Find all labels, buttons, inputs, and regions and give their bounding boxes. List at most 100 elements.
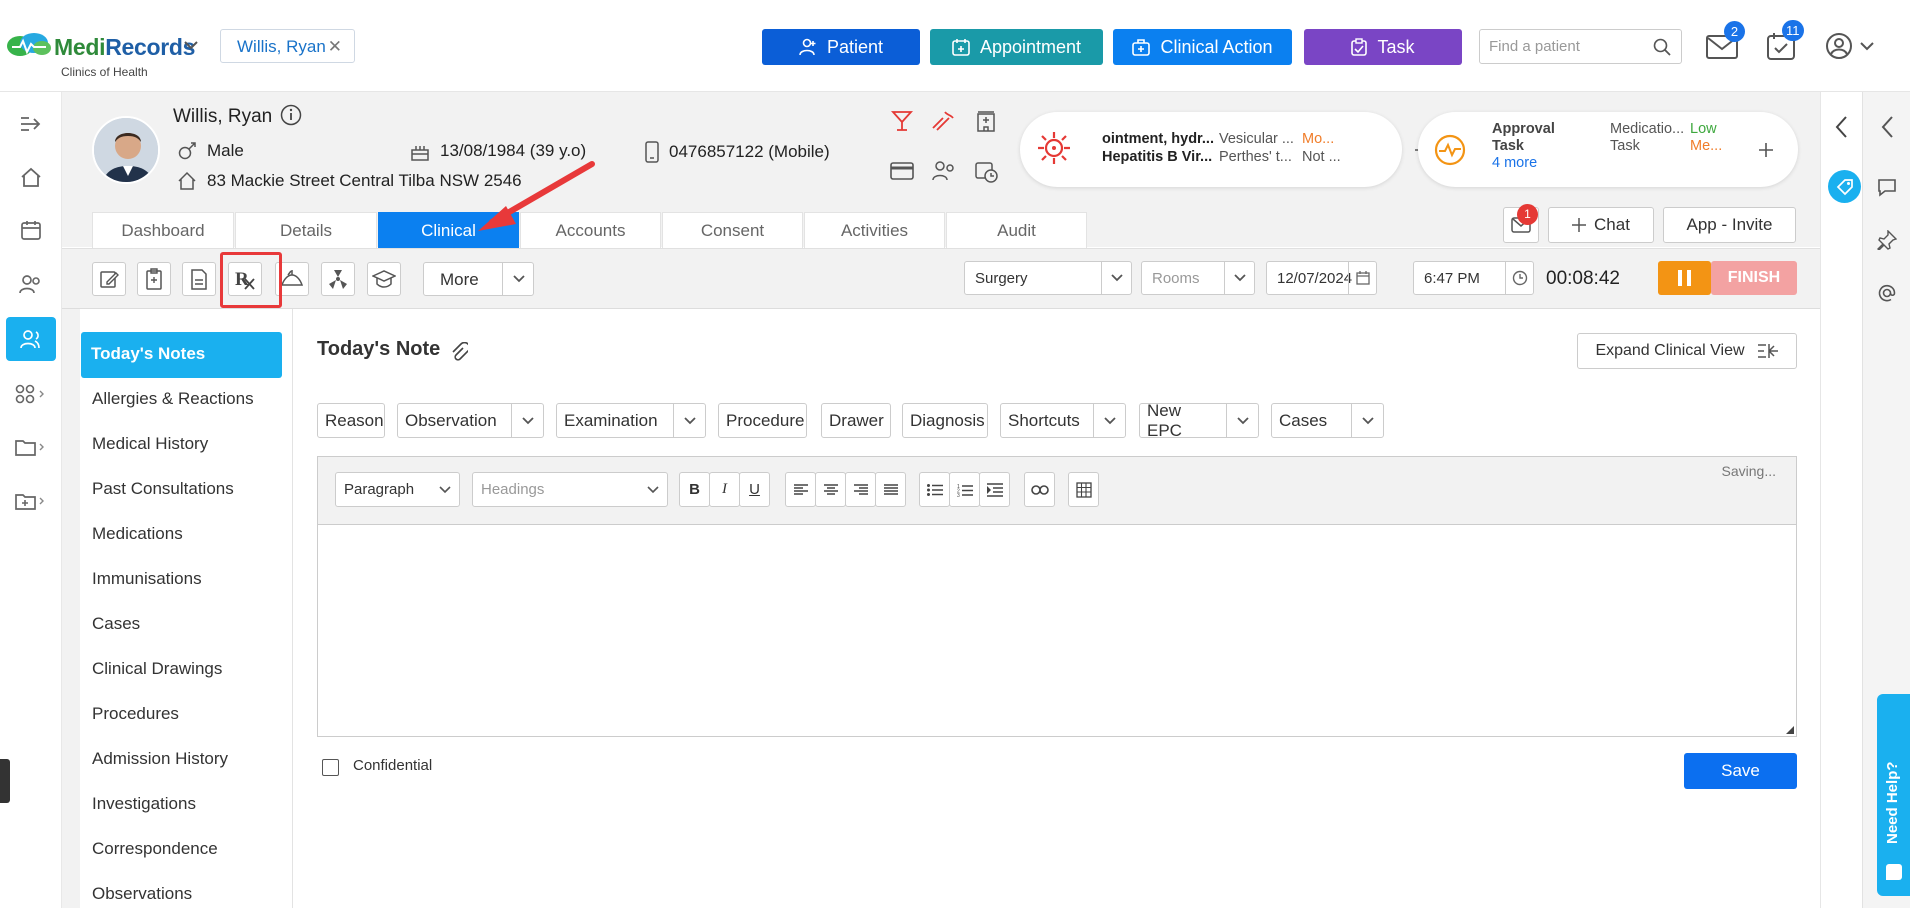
numbered-list-icon[interactable]: 123 — [949, 472, 980, 507]
more-tasks-link[interactable]: 4 more — [1492, 155, 1537, 171]
contacts-icon[interactable] — [6, 317, 56, 361]
link-icon[interactable] — [1024, 472, 1055, 507]
align-justify-icon[interactable] — [875, 472, 906, 507]
mention-icon[interactable] — [1877, 283, 1897, 303]
bold-button[interactable]: B — [679, 472, 710, 507]
comment-icon[interactable] — [1877, 177, 1897, 197]
alcohol-glass-icon[interactable] — [891, 110, 913, 132]
diagnosis-button[interactable]: Diagnosis — [902, 403, 988, 438]
medical-certificate-icon[interactable] — [137, 262, 171, 296]
chevron-down-icon[interactable] — [673, 404, 705, 437]
clinical-action-button[interactable]: Clinical Action — [1113, 29, 1292, 65]
patients-group-icon[interactable] — [6, 262, 56, 306]
chevron-down-icon[interactable] — [1351, 404, 1383, 437]
paragraph-select[interactable]: Paragraph — [335, 472, 460, 507]
chevron-down-icon[interactable] — [1093, 404, 1125, 437]
italic-button[interactable]: I — [709, 472, 740, 507]
pause-button[interactable] — [1658, 261, 1711, 295]
confidential-checkbox[interactable] — [322, 759, 339, 776]
nav-cases[interactable]: Cases — [92, 614, 140, 634]
chat-button[interactable]: Chat — [1548, 207, 1654, 243]
appointment-clock-icon[interactable] — [975, 160, 999, 184]
hospital-icon[interactable] — [976, 110, 996, 132]
nav-immunisations[interactable]: Immunisations — [92, 569, 202, 589]
app-invite-button[interactable]: App - Invite — [1663, 207, 1796, 243]
align-right-icon[interactable] — [845, 472, 876, 507]
side-handle[interactable] — [0, 759, 10, 803]
align-left-icon[interactable] — [785, 472, 816, 507]
bullet-list-icon[interactable] — [919, 472, 950, 507]
need-help-tab[interactable]: Need Help? — [1877, 694, 1910, 896]
tag-icon[interactable] — [1828, 170, 1861, 203]
close-icon[interactable]: ✕ — [328, 37, 342, 57]
observation-dropdown[interactable]: Observation — [397, 403, 544, 438]
nav-clinical-drawings[interactable]: Clinical Drawings — [92, 659, 222, 679]
search-icon[interactable] — [1653, 38, 1671, 56]
more-dropdown[interactable]: More — [423, 262, 534, 296]
underline-button[interactable]: U — [739, 472, 770, 507]
rooms-select[interactable]: Rooms — [1141, 261, 1255, 295]
calendar-icon[interactable] — [6, 208, 56, 252]
brand-name[interactable]: MediRecords — [54, 34, 195, 61]
headings-select[interactable]: Headings — [472, 472, 668, 507]
cases-dropdown[interactable]: Cases — [1271, 403, 1384, 438]
calendar-icon[interactable] — [1348, 262, 1376, 294]
save-button[interactable]: Save — [1684, 753, 1797, 789]
nav-past-consultations[interactable]: Past Consultations — [92, 479, 234, 499]
radiology-icon[interactable] — [321, 262, 355, 296]
table-icon[interactable] — [1068, 472, 1099, 507]
edit-note-icon[interactable] — [92, 262, 126, 296]
surgery-select[interactable]: Surgery — [964, 261, 1132, 295]
find-patient-input[interactable]: Find a patient — [1479, 29, 1682, 64]
nav-todays-notes[interactable]: Today's Notes — [81, 332, 282, 378]
nav-investigations[interactable]: Investigations — [92, 794, 196, 814]
chevron-down-icon[interactable] — [1226, 404, 1258, 437]
examination-dropdown[interactable]: Examination — [556, 403, 706, 438]
tab-consent[interactable]: Consent — [662, 212, 803, 249]
plus-icon[interactable] — [1758, 142, 1774, 158]
expand-menu-icon[interactable] — [6, 102, 56, 146]
payment-card-icon[interactable] — [890, 162, 914, 180]
home-icon[interactable] — [6, 155, 56, 199]
patient-avatar[interactable] — [92, 116, 160, 184]
info-icon[interactable] — [280, 104, 302, 126]
finish-button[interactable]: FINISH — [1711, 261, 1797, 295]
resize-handle-icon[interactable] — [1786, 726, 1794, 734]
expand-clinical-view-button[interactable]: Expand Clinical View — [1577, 333, 1797, 369]
tab-details[interactable]: Details — [235, 212, 377, 249]
note-text-area[interactable] — [318, 525, 1796, 736]
nav-observations[interactable]: Observations — [92, 884, 192, 904]
attachment-icon[interactable] — [450, 342, 468, 362]
user-account-icon[interactable] — [1826, 33, 1876, 59]
shortcuts-dropdown[interactable]: Shortcuts — [1000, 403, 1126, 438]
allergies-card[interactable]: ointment, hydr... Vesicular ... Mo... He… — [1020, 112, 1429, 187]
tab-activities[interactable]: Activities — [804, 212, 945, 249]
family-icon[interactable] — [932, 160, 956, 182]
nav-medications[interactable]: Medications — [92, 524, 183, 544]
pin-icon[interactable] — [1877, 230, 1897, 250]
open-patient-tab[interactable]: Willis, Ryan ✕ — [220, 29, 355, 63]
apps-grid-icon[interactable] — [6, 372, 56, 416]
clock-icon[interactable] — [1505, 262, 1533, 294]
date-input[interactable]: 12/07/2024 — [1266, 261, 1377, 295]
indent-icon[interactable] — [979, 472, 1010, 507]
nav-procedures[interactable]: Procedures — [92, 704, 179, 724]
tasks-card[interactable]: Approval Task 4 more Medicatio... Task L… — [1418, 112, 1798, 187]
reason-button[interactable]: Reason — [317, 403, 385, 438]
chevron-down-icon[interactable] — [502, 263, 534, 295]
tab-audit[interactable]: Audit — [946, 212, 1087, 249]
tab-dashboard[interactable]: Dashboard — [92, 212, 234, 249]
nav-admission-history[interactable]: Admission History — [92, 749, 228, 769]
chevron-left-icon[interactable] — [1835, 116, 1847, 138]
folder-icon[interactable] — [6, 425, 56, 469]
appointment-button[interactable]: Appointment — [930, 29, 1103, 65]
patient-button[interactable]: Patient — [762, 29, 920, 65]
new-epc-dropdown[interactable]: New EPC — [1139, 401, 1259, 440]
chevron-down-icon[interactable] — [511, 404, 543, 437]
drawer-button[interactable]: Drawer — [821, 403, 891, 438]
task-button[interactable]: Task — [1304, 29, 1462, 65]
align-center-icon[interactable] — [815, 472, 846, 507]
time-input[interactable]: 6:47 PM — [1413, 261, 1534, 295]
chevron-down-icon[interactable] — [184, 40, 198, 50]
nav-correspondence[interactable]: Correspondence — [92, 839, 218, 859]
